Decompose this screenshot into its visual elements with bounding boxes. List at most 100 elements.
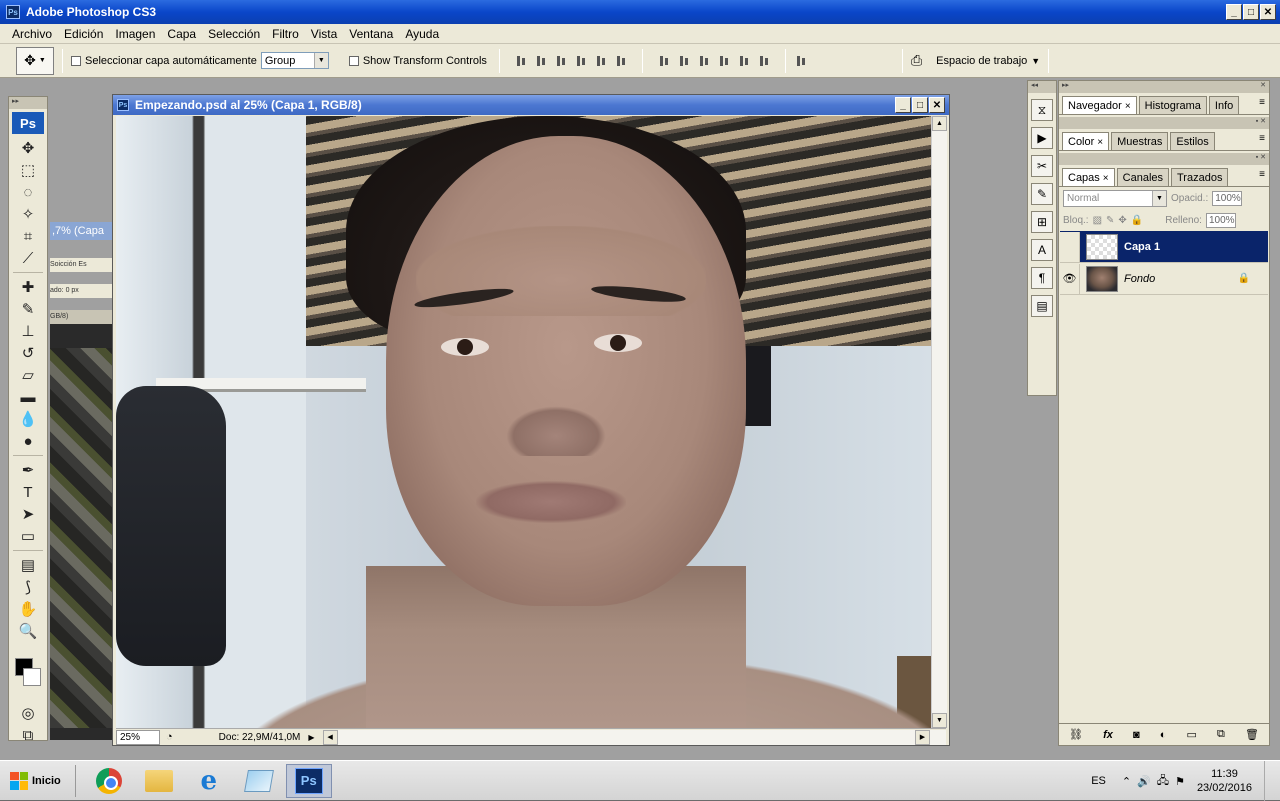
- menu-ventana[interactable]: Ventana: [343, 24, 399, 44]
- menu-seleccion[interactable]: Selección: [202, 24, 266, 44]
- opacity-field[interactable]: 100%: [1212, 190, 1243, 206]
- new-group-icon[interactable]: ▭: [1186, 728, 1196, 741]
- tool-presets-icon[interactable]: ✂: [1031, 155, 1053, 177]
- taskbar-ie[interactable]: e: [186, 764, 232, 798]
- tab-color[interactable]: Color ×: [1062, 132, 1110, 150]
- blend-mode-dropdown[interactable]: Normal ▼: [1063, 189, 1167, 207]
- clone-source-icon[interactable]: ⊞: [1031, 211, 1053, 233]
- eye-icon[interactable]: 👁: [1060, 263, 1080, 294]
- tab-trazados[interactable]: Trazados: [1171, 168, 1229, 186]
- path-select-icon[interactable]: ➤: [12, 503, 44, 525]
- scroll-left-button[interactable]: ◀: [322, 729, 338, 745]
- tab-canales[interactable]: Canales: [1116, 168, 1169, 186]
- ps-logo[interactable]: Ps: [12, 112, 44, 134]
- panel-header[interactable]: ▪ ✕: [1059, 153, 1269, 165]
- marquee-tool-icon[interactable]: ⬚: [12, 159, 44, 181]
- scroll-right-button[interactable]: ▶: [915, 729, 930, 745]
- doc-maximize-button[interactable]: □: [912, 97, 928, 113]
- lock-position-icon[interactable]: ✥: [1118, 215, 1126, 226]
- menu-imagen[interactable]: Imagen: [109, 24, 161, 44]
- layer-style-icon[interactable]: fx: [1103, 729, 1113, 741]
- menu-archivo[interactable]: Archivo: [6, 24, 58, 44]
- tab-muestras[interactable]: Muestras: [1111, 132, 1169, 150]
- lock-pixels-icon[interactable]: ✎: [1106, 215, 1114, 226]
- background-document-window[interactable]: ,7% (Capa Soicción Es ado: 0 px GB/8): [50, 222, 112, 740]
- menu-ayuda[interactable]: Ayuda: [399, 24, 445, 44]
- quick-mask-icon[interactable]: ◎: [12, 702, 44, 724]
- taskbar-photoshop[interactable]: Ps: [285, 763, 332, 798]
- menu-edicion[interactable]: Edición: [58, 24, 109, 44]
- panel-menu-icon[interactable]: ≡: [1259, 97, 1265, 108]
- layer-row-capa-1[interactable]: Capa 1: [1060, 231, 1268, 263]
- align-hcenter-icon[interactable]: [594, 54, 608, 68]
- zoom-tool-icon[interactable]: 🔍: [12, 620, 44, 642]
- doc-close-button[interactable]: ✕: [929, 97, 945, 113]
- minimize-button[interactable]: _: [1226, 4, 1242, 20]
- layer-visibility-toggle[interactable]: [1060, 231, 1080, 262]
- gradient-tool-icon[interactable]: ▬: [12, 386, 44, 408]
- paragraph-panel-icon[interactable]: ¶: [1031, 267, 1053, 289]
- crop-tool-icon[interactable]: ⌗: [12, 225, 44, 247]
- lasso-tool-icon[interactable]: ◌: [12, 181, 44, 203]
- brush-tool-icon[interactable]: ✎: [12, 298, 44, 320]
- blur-tool-icon[interactable]: 💧: [12, 408, 44, 430]
- language-indicator[interactable]: ES: [1091, 775, 1106, 787]
- action-center-icon[interactable]: ⚑: [1175, 775, 1185, 788]
- fill-field[interactable]: 100%: [1205, 212, 1236, 228]
- auto-align-icon[interactable]: [794, 54, 808, 68]
- vertical-scrollbar[interactable]: ▲ ▼: [931, 116, 947, 728]
- align-top-icon[interactable]: [514, 54, 528, 68]
- shape-tool-icon[interactable]: ▭: [12, 525, 44, 547]
- status-arrow-icon[interactable]: ▶: [308, 733, 314, 742]
- healing-brush-icon[interactable]: ✚: [12, 276, 44, 298]
- zoom-level-field[interactable]: 25%: [116, 729, 160, 745]
- notes-tool-icon[interactable]: ▤: [12, 554, 44, 576]
- show-desktop-button[interactable]: [1264, 761, 1274, 801]
- eyedropper-icon[interactable]: ⟆: [12, 576, 44, 598]
- layer-comps-icon[interactable]: ▤: [1031, 295, 1053, 317]
- link-layers-icon[interactable]: ⛓: [1069, 728, 1083, 741]
- distribute-top-icon[interactable]: [657, 54, 671, 68]
- align-vcenter-icon[interactable]: [534, 54, 548, 68]
- eraser-tool-icon[interactable]: ▱: [12, 364, 44, 386]
- tab-navegador[interactable]: Navegador ×: [1062, 96, 1137, 114]
- lock-all-icon[interactable]: 🔒: [1131, 215, 1143, 226]
- tray-expand-icon[interactable]: ⌃: [1122, 775, 1131, 788]
- tab-capas[interactable]: Capas ×: [1062, 168, 1115, 186]
- document-canvas[interactable]: [116, 116, 931, 728]
- tab-info[interactable]: Info: [1208, 96, 1240, 114]
- start-button[interactable]: Inicio: [2, 764, 69, 798]
- slice-tool-icon[interactable]: ⟋: [12, 247, 44, 269]
- workspace-menu[interactable]: Espacio de trabajo: [936, 55, 1027, 67]
- trash-icon[interactable]: 🗑: [1245, 728, 1259, 741]
- layer-row-fondo[interactable]: 👁 Fondo 🔒: [1060, 263, 1268, 295]
- menu-capa[interactable]: Capa: [161, 24, 202, 44]
- brushes-panel-icon[interactable]: ✎: [1031, 183, 1053, 205]
- clock[interactable]: 11:39 23/02/2016: [1197, 767, 1252, 795]
- scroll-down-button[interactable]: ▼: [932, 713, 947, 728]
- doc-minimize-button[interactable]: _: [895, 97, 911, 113]
- document-titlebar[interactable]: Ps Empezando.psd al 25% (Capa 1, RGB/8) …: [113, 95, 949, 115]
- panel-menu-icon[interactable]: ≡: [1259, 133, 1265, 144]
- dodge-tool-icon[interactable]: ●: [12, 430, 44, 452]
- screen-mode-icon[interactable]: ⧉: [12, 724, 44, 746]
- pen-tool-icon[interactable]: ✒: [12, 459, 44, 481]
- character-panel-icon[interactable]: A: [1031, 239, 1053, 261]
- distribute-right-icon[interactable]: [757, 54, 771, 68]
- tab-histograma[interactable]: Histograma: [1138, 96, 1207, 114]
- tab-estilos[interactable]: Estilos: [1170, 132, 1215, 150]
- close-button[interactable]: ✕: [1260, 4, 1276, 20]
- align-left-icon[interactable]: [574, 54, 588, 68]
- move-tool-icon[interactable]: ✥: [12, 137, 44, 159]
- adjustment-layer-icon[interactable]: ◐: [1160, 729, 1167, 741]
- volume-icon[interactable]: 🔊: [1137, 775, 1151, 788]
- dock-header[interactable]: ▸▸ ✕: [1059, 81, 1269, 93]
- auto-select-checkbox[interactable]: [71, 55, 81, 66]
- new-layer-icon[interactable]: ⧉: [1217, 728, 1225, 741]
- type-tool-icon[interactable]: T: [12, 481, 44, 503]
- magic-wand-icon[interactable]: ✧: [12, 203, 44, 225]
- align-right-icon[interactable]: [614, 54, 628, 68]
- horizontal-scrollbar[interactable]: ◀ ▶: [322, 729, 946, 745]
- align-bottom-icon[interactable]: [554, 54, 568, 68]
- menu-filtro[interactable]: Filtro: [266, 24, 305, 44]
